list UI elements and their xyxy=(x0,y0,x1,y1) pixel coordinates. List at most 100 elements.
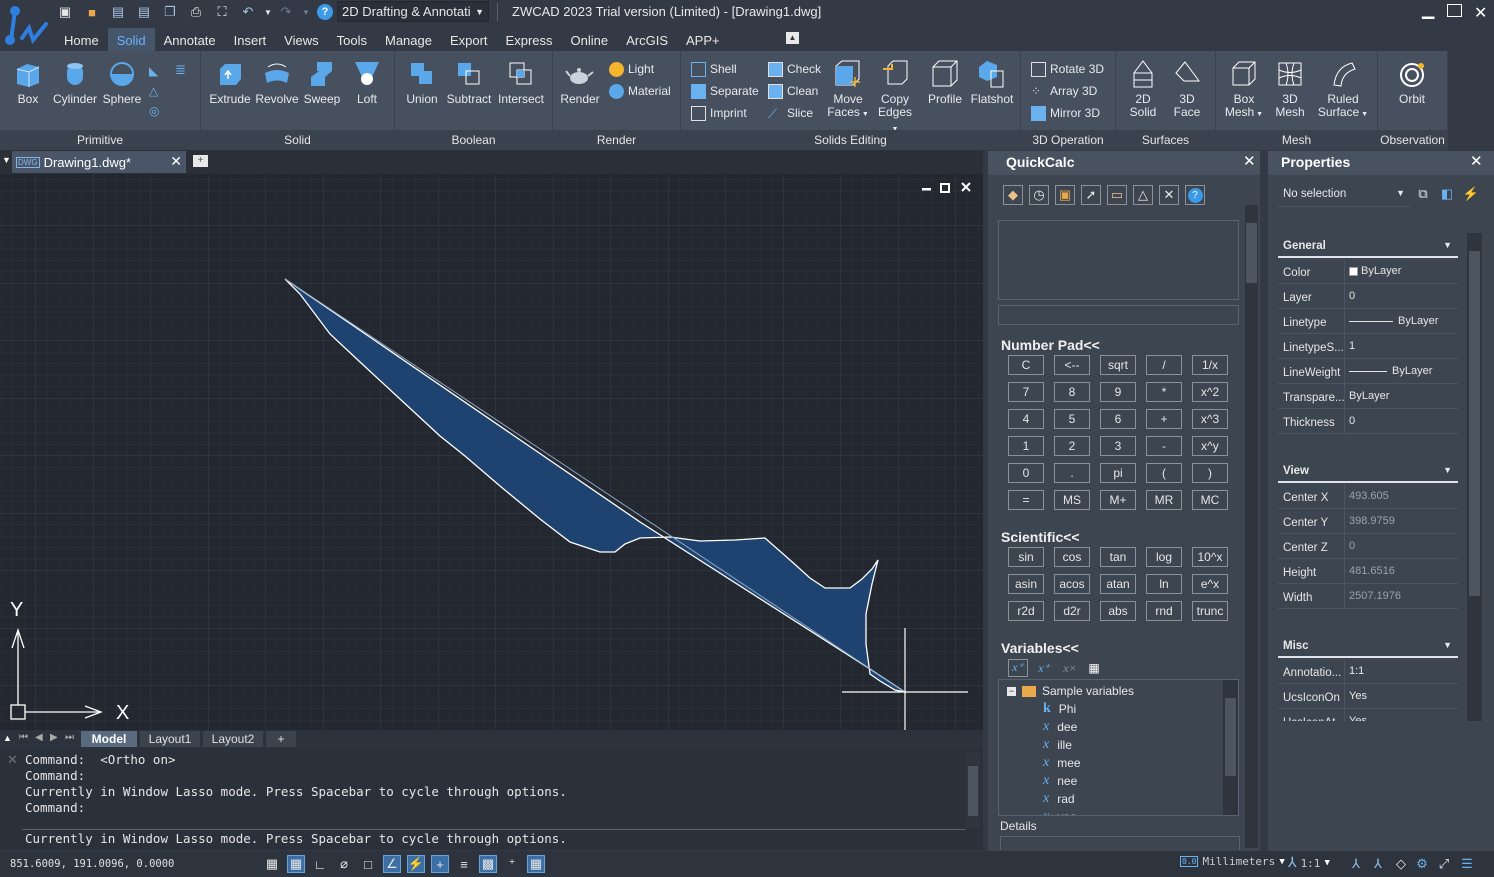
drawing-canvas[interactable]: X Y xyxy=(0,174,983,730)
polar-toggle-icon[interactable]: ⌀ xyxy=(335,855,353,873)
tab-manage[interactable]: Manage xyxy=(376,28,441,52)
tab-home[interactable]: Home xyxy=(55,28,108,52)
variable-item[interactable]: x ille xyxy=(1043,737,1072,753)
material-button[interactable]: Material xyxy=(609,82,671,100)
calc-key[interactable]: 9 xyxy=(1100,382,1136,402)
otrack-toggle-icon[interactable]: ∠ xyxy=(383,855,401,873)
tab-annotate[interactable]: Annotate xyxy=(155,28,225,52)
ruled-surface-button[interactable]: Ruled Surface ▼ xyxy=(1316,59,1370,121)
calc-key[interactable]: cos xyxy=(1054,547,1090,567)
slice-button[interactable]: ⟋ Slice xyxy=(768,104,813,122)
variable-item[interactable]: x nee xyxy=(1043,773,1077,789)
intersect-button[interactable]: Intersect xyxy=(495,59,547,106)
tab-views[interactable]: Views xyxy=(275,28,327,52)
calculator-icon[interactable]: ▦ xyxy=(1086,661,1102,675)
calc-key[interactable]: = xyxy=(1008,490,1044,510)
calc-key[interactable]: . xyxy=(1054,463,1090,483)
mirror-3d-button[interactable]: Mirror 3D xyxy=(1031,104,1100,122)
next-layout-icon[interactable]: ▶ xyxy=(50,732,58,743)
property-row[interactable]: Color ByLayer xyxy=(1278,259,1458,284)
settings-icon[interactable]: ⚙ xyxy=(1413,855,1431,873)
calc-key[interactable]: d2r xyxy=(1054,601,1090,621)
calc-key[interactable]: x^y xyxy=(1192,436,1228,456)
new-tab-icon[interactable]: + xyxy=(193,155,208,167)
calc-key[interactable]: + xyxy=(1146,409,1182,429)
flatshot-button[interactable]: Flatshot xyxy=(968,59,1016,106)
clear-icon[interactable]: ◆ xyxy=(1003,185,1023,205)
calc-key[interactable]: trunc xyxy=(1192,601,1228,621)
delete-variable-icon[interactable]: x× xyxy=(1060,661,1080,676)
close-command-icon[interactable]: ✕ xyxy=(7,752,18,768)
help-icon[interactable]: ? xyxy=(317,4,333,20)
calc-key[interactable]: C xyxy=(1008,355,1044,375)
print-icon[interactable]: ⎙ xyxy=(188,4,204,20)
property-row[interactable]: Center Z 0 xyxy=(1278,534,1458,559)
grid-toggle-icon[interactable]: ▦ xyxy=(263,855,281,873)
calc-key[interactable]: 1 xyxy=(1008,436,1044,456)
variables-title[interactable]: Variables<< xyxy=(1001,640,1079,656)
undo-icon[interactable]: ↶ xyxy=(240,4,256,20)
toggle-pickadd-icon[interactable]: ⧉ xyxy=(1414,185,1432,203)
property-row[interactable]: LineWeight ByLayer xyxy=(1278,359,1458,384)
calc-key[interactable]: 6 xyxy=(1100,409,1136,429)
variable-item[interactable]: x dee xyxy=(1043,719,1077,735)
command-scroll-thumb[interactable] xyxy=(968,766,978,816)
lineweight-toggle-icon[interactable]: ≡ xyxy=(455,855,473,873)
undo-dropdown-icon[interactable]: ▼ xyxy=(260,4,276,20)
calc-key[interactable]: ln xyxy=(1146,574,1182,594)
shell-button[interactable]: Shell xyxy=(691,60,737,78)
annotation-visibility-icon[interactable]: ⅄ xyxy=(1347,855,1365,873)
help-icon[interactable]: ? xyxy=(1185,185,1205,205)
tab-export[interactable]: Export xyxy=(441,28,497,52)
calc-key[interactable]: - xyxy=(1146,436,1182,456)
property-row[interactable]: LinetypeS... 1 xyxy=(1278,334,1458,359)
workspace-select[interactable]: 2D Drafting & Annotati ▼ xyxy=(337,1,489,22)
calc-key[interactable]: M+ xyxy=(1100,490,1136,510)
new-icon[interactable]: ▣ xyxy=(57,4,73,20)
new-variable-icon[interactable]: x⁺ xyxy=(1008,659,1028,677)
calc-key[interactable]: acos xyxy=(1054,574,1090,594)
check-button[interactable]: Check xyxy=(768,60,821,78)
annotation-scale-selector[interactable]: ⅄ 1:1 ▼ xyxy=(1288,855,1330,871)
union-button[interactable]: Union xyxy=(403,59,441,106)
variable-item[interactable]: x rad xyxy=(1043,791,1075,807)
calc-key[interactable]: * xyxy=(1146,382,1182,402)
publish-icon[interactable]: ❐ xyxy=(162,4,178,20)
redo-icon[interactable]: ↷ xyxy=(278,4,294,20)
orbit-button[interactable]: Orbit xyxy=(1392,59,1432,106)
first-layout-icon[interactable]: ⏮ xyxy=(19,732,28,743)
close-quickcalc-icon[interactable]: ✕ xyxy=(1243,152,1256,170)
customize-menu-icon[interactable]: ☰ xyxy=(1458,855,1476,873)
calc-key[interactable]: 8 xyxy=(1054,382,1090,402)
close-icon[interactable]: ✕ xyxy=(1474,3,1487,23)
cone-icon[interactable]: △ xyxy=(149,84,158,98)
scientific-title[interactable]: Scientific<< xyxy=(1001,529,1080,545)
calc-key[interactable]: x^3 xyxy=(1192,409,1228,429)
variable-item[interactable]: x vee xyxy=(1043,809,1077,815)
calc-key[interactable]: 0 xyxy=(1008,463,1044,483)
intersection-icon[interactable]: ✕ xyxy=(1159,185,1179,205)
calc-key[interactable]: abs xyxy=(1100,601,1136,621)
collapse-ribbon-icon[interactable]: ▲ xyxy=(786,32,799,44)
variable-item[interactable]: k Phi xyxy=(1043,701,1076,717)
render-button[interactable]: Render xyxy=(559,59,601,106)
calc-key[interactable]: sqrt xyxy=(1100,355,1136,375)
calc-key[interactable]: 2 xyxy=(1054,436,1090,456)
calc-key[interactable]: log xyxy=(1146,547,1182,567)
sweep-button[interactable]: Sweep xyxy=(302,59,342,106)
calc-key[interactable]: MS xyxy=(1054,490,1090,510)
distance-icon[interactable]: ▭ xyxy=(1107,185,1127,205)
close-properties-icon[interactable]: ✕ xyxy=(1470,152,1483,170)
property-row[interactable]: Height 481.6516 xyxy=(1278,559,1458,584)
light-button[interactable]: Light xyxy=(609,60,654,78)
layout-tab-layout2[interactable]: Layout2 xyxy=(203,731,263,747)
selection-cycling-icon[interactable]: ⁺ xyxy=(503,855,521,873)
history-icon[interactable]: ◷ xyxy=(1029,185,1049,205)
property-row[interactable]: Transpare... ByLayer xyxy=(1278,384,1458,409)
torus-icon[interactable]: ◎ xyxy=(149,104,159,118)
property-row[interactable]: Thickness 0 xyxy=(1278,409,1458,434)
copy-edges-button[interactable]: Copy Edges ▼ xyxy=(874,59,916,136)
property-row[interactable]: Linetype ByLayer xyxy=(1278,309,1458,334)
expression-input[interactable] xyxy=(998,305,1239,325)
3d-face-button[interactable]: 3D Face xyxy=(1168,59,1206,119)
